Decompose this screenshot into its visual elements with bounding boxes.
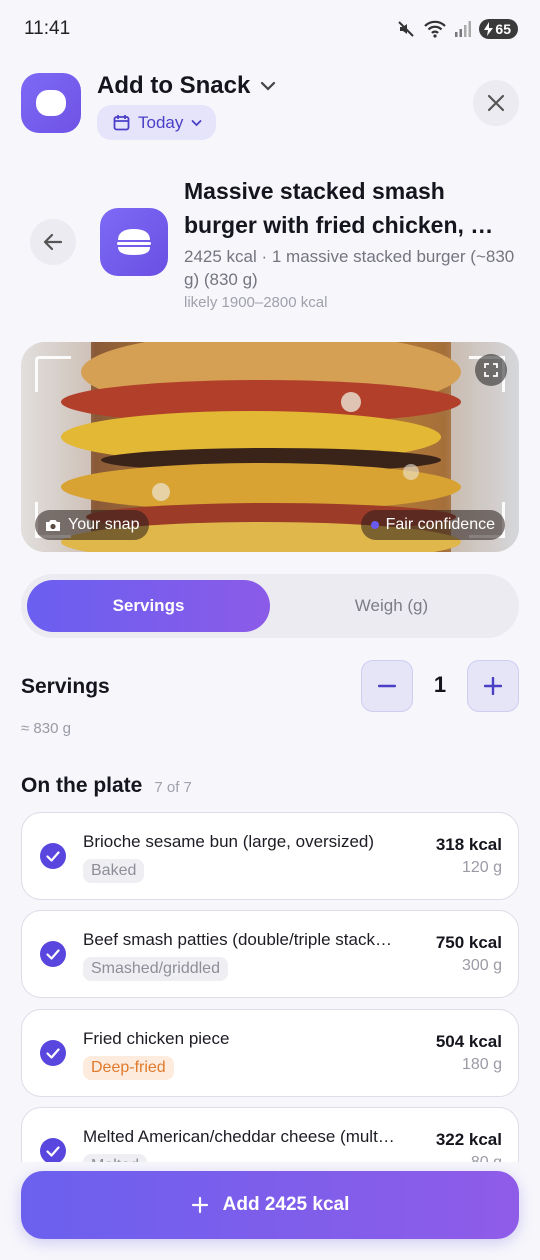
charging-icon bbox=[484, 22, 494, 36]
check-icon bbox=[46, 1047, 60, 1059]
item-name: Fried chicken piece bbox=[83, 1029, 230, 1048]
item-grams: 300 g bbox=[461, 957, 502, 974]
list-item[interactable]: Beef smash patties (double/triple stack…… bbox=[21, 910, 519, 998]
item-checkbox[interactable] bbox=[40, 1040, 66, 1066]
status-time: 11:41 bbox=[24, 18, 71, 39]
status-icons: 65 bbox=[396, 19, 518, 39]
meal-selector[interactable]: Add to Snack bbox=[97, 72, 276, 100]
cooking-method-tag: Melted bbox=[83, 1154, 148, 1162]
confidence-dot bbox=[370, 521, 379, 529]
date-selector[interactable]: Today bbox=[97, 105, 217, 140]
camera-icon bbox=[46, 520, 60, 531]
food-name: Massive stacked smash burger with fried … bbox=[184, 178, 494, 238]
battery-indicator: 65 bbox=[479, 19, 518, 39]
list-item[interactable]: Brioche sesame bun (large, oversized) Ba… bbox=[21, 812, 519, 900]
tab-weigh[interactable]: Weigh (g) bbox=[270, 580, 513, 632]
wifi-icon bbox=[424, 20, 447, 38]
check-icon bbox=[46, 1145, 60, 1157]
status-bar: 11:41 65 bbox=[0, 0, 540, 58]
servings-weight: ≈ 830 g bbox=[21, 720, 71, 737]
calendar-icon bbox=[113, 115, 130, 131]
plate-count: 7 of 7 bbox=[154, 779, 192, 796]
servings-label: Servings bbox=[21, 675, 110, 698]
add-button-label: Add 2425 kcal bbox=[222, 1194, 350, 1215]
plate-items-list: Brioche sesame bun (large, oversized) Ba… bbox=[21, 812, 519, 1162]
food-photo: Your snap Fair confidence bbox=[21, 342, 519, 552]
item-name: Beef smash patties (double/triple stack… bbox=[83, 930, 392, 949]
item-checkbox[interactable] bbox=[40, 941, 66, 967]
plus-icon bbox=[191, 1196, 208, 1214]
item-kcal: 322 kcal bbox=[435, 1130, 502, 1149]
check-icon bbox=[46, 850, 60, 862]
arrow-left-icon bbox=[43, 233, 63, 251]
snap-label: Your snap bbox=[68, 516, 140, 533]
item-name: Melted American/cheddar cheese (mult… bbox=[83, 1127, 395, 1146]
item-kcal: 750 kcal bbox=[435, 933, 502, 952]
item-checkbox[interactable] bbox=[40, 1138, 66, 1162]
list-item[interactable]: Fried chicken piece Deep-fried 504 kcal … bbox=[21, 1009, 519, 1097]
cooking-method-tag: Baked bbox=[83, 859, 145, 883]
back-button[interactable] bbox=[30, 219, 76, 265]
chevron-down-icon bbox=[261, 81, 276, 91]
item-grams: 80 g bbox=[471, 1154, 502, 1162]
item-checkbox[interactable] bbox=[40, 843, 66, 869]
cooking-method-tag: Smashed/griddled bbox=[83, 957, 228, 981]
calorie-range: likely 1900–2800 kcal bbox=[184, 294, 328, 311]
signal-icon bbox=[455, 21, 472, 37]
date-label: Today bbox=[138, 112, 184, 132]
food-calorie-summary: 2425 kcal · 1 massive stacked burger (~8… bbox=[184, 247, 515, 289]
add-button[interactable]: Add 2425 kcal bbox=[21, 1171, 519, 1239]
minus-icon bbox=[378, 684, 396, 688]
mute-icon bbox=[398, 21, 415, 37]
list-item[interactable]: Melted American/cheddar cheese (mult… Me… bbox=[21, 1107, 519, 1162]
item-grams: 180 g bbox=[461, 1056, 502, 1073]
item-name: Brioche sesame bun (large, oversized) bbox=[83, 832, 375, 851]
food-summary: Massive stacked smash burger with fried … bbox=[30, 174, 520, 314]
burger-icon bbox=[117, 229, 151, 255]
fullscreen-icon bbox=[484, 363, 498, 377]
confidence-label: Fair confidence bbox=[385, 516, 495, 533]
item-grams: 120 g bbox=[461, 859, 502, 876]
header: Add to Snack Today bbox=[21, 72, 519, 142]
chevron-down-icon bbox=[191, 119, 202, 126]
servings-control: Servings ≈ 830 g 1 bbox=[21, 660, 519, 740]
battery-level: 65 bbox=[495, 21, 511, 37]
page-title: Add to Snack bbox=[97, 72, 251, 99]
servings-value: 1 bbox=[433, 672, 447, 697]
increase-servings-button[interactable] bbox=[467, 660, 519, 712]
check-icon bbox=[46, 948, 60, 960]
cooking-method-tag: Deep-fried bbox=[83, 1056, 174, 1080]
mode-toggle: Servings Weigh (g) bbox=[21, 574, 519, 638]
item-kcal: 318 kcal bbox=[435, 835, 502, 854]
plate-header: On the plate 7 of 7 bbox=[21, 774, 192, 798]
tab-servings[interactable]: Servings bbox=[27, 580, 270, 632]
plus-icon bbox=[484, 677, 502, 695]
expand-photo-button[interactable] bbox=[475, 354, 507, 386]
frame-corner bbox=[35, 356, 71, 392]
snap-chip: Your snap bbox=[35, 510, 150, 540]
item-kcal: 504 kcal bbox=[435, 1032, 502, 1051]
close-icon bbox=[487, 94, 505, 112]
close-button[interactable] bbox=[473, 80, 519, 126]
decrease-servings-button[interactable] bbox=[361, 660, 413, 712]
food-icon bbox=[100, 208, 168, 276]
plate-title: On the plate bbox=[21, 774, 143, 797]
app-logo bbox=[21, 73, 81, 133]
confidence-badge: Fair confidence bbox=[360, 510, 505, 540]
